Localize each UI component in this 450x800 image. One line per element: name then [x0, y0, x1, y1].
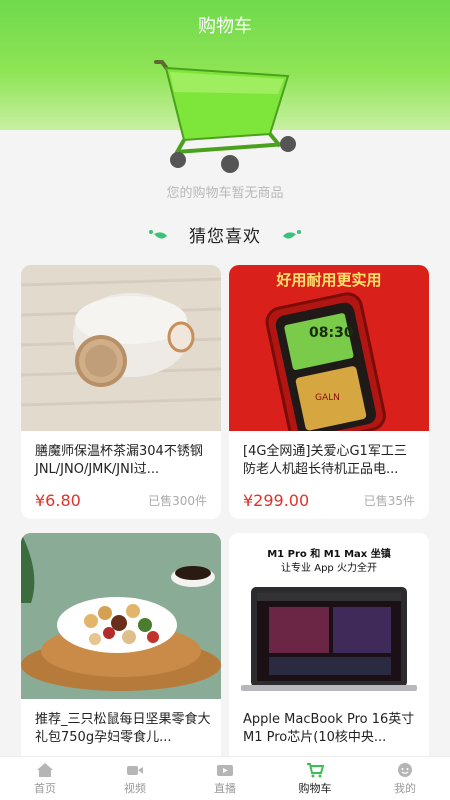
home-icon [37, 762, 53, 777]
product-image [21, 265, 221, 431]
tab-label: 首页 [34, 781, 56, 795]
phone-screen-time: 08:30 [309, 325, 354, 341]
page-title: 购物车 [198, 16, 252, 37]
empty-cart-message: 您的购物车暂无商品 [166, 186, 284, 201]
product-card[interactable]: 好用耐用更实用 08:30 GALN [4G全网通]关爱心G1军工三防老人机超长… [229, 265, 429, 519]
product-card[interactable]: M1 Pro 和 M1 Max 坐镇 让专业 App 火力全开 Apple Ma… [229, 533, 429, 763]
product-image: M1 Pro 和 M1 Max 坐镇 让专业 App 火力全开 [229, 533, 429, 699]
cart-icon [307, 762, 324, 777]
leaf-right-icon [283, 229, 301, 239]
product-name: Apple MacBook Pro 16英寸 M1 Pro芯片(10核中央... [243, 712, 415, 745]
video-icon [127, 765, 143, 775]
tab-label: 直播 [214, 781, 236, 795]
live-icon [217, 764, 233, 776]
header: 购物车 [0, 0, 450, 173]
phone-brand: GALN [315, 393, 340, 403]
product-sold-count: 已售35件 [363, 494, 415, 508]
bottom-tab-bar: 首页 视频 直播 购物车 我的 [0, 756, 450, 800]
product-price: ¥299.00 [243, 491, 310, 510]
product-name: 推荐_三只松鼠每日坚果零食大礼包750g孕妇零食儿... [35, 712, 211, 745]
leaf-left-icon [149, 229, 167, 239]
tab-label: 购物车 [298, 781, 332, 795]
profile-icon [398, 762, 412, 777]
tab-label: 视频 [124, 781, 146, 795]
tab-home[interactable]: 首页 [0, 757, 90, 800]
product-card[interactable]: 推荐_三只松鼠每日坚果零食大礼包750g孕妇零食儿... [21, 533, 221, 763]
tab-profile[interactable]: 我的 [360, 757, 450, 800]
product-image [21, 533, 221, 699]
product-image: 好用耐用更实用 08:30 GALN [229, 265, 429, 431]
product-sold-count: 已售300件 [148, 494, 207, 508]
recommend-title: 猜您喜欢 [189, 227, 261, 247]
empty-cart-illustration [154, 60, 296, 173]
recommend-header: 猜您喜欢 [0, 222, 450, 247]
product-price: ¥6.80 [35, 491, 81, 510]
tab-cart[interactable]: 购物车 [270, 757, 360, 800]
product-card[interactable]: 膳魔师保温杯茶漏304不锈钢JNL/JNO/JMK/JNI过... ¥6.80 … [21, 265, 221, 519]
product-name: [4G全网通]关爱心G1军工三防老人机超长待机正品电... [243, 444, 407, 477]
tab-label: 我的 [394, 781, 416, 795]
tab-video[interactable]: 视频 [90, 757, 180, 800]
product-name: 膳魔师保温杯茶漏304不锈钢JNL/JNO/JMK/JNI过... [35, 444, 203, 477]
tab-live[interactable]: 直播 [180, 757, 270, 800]
